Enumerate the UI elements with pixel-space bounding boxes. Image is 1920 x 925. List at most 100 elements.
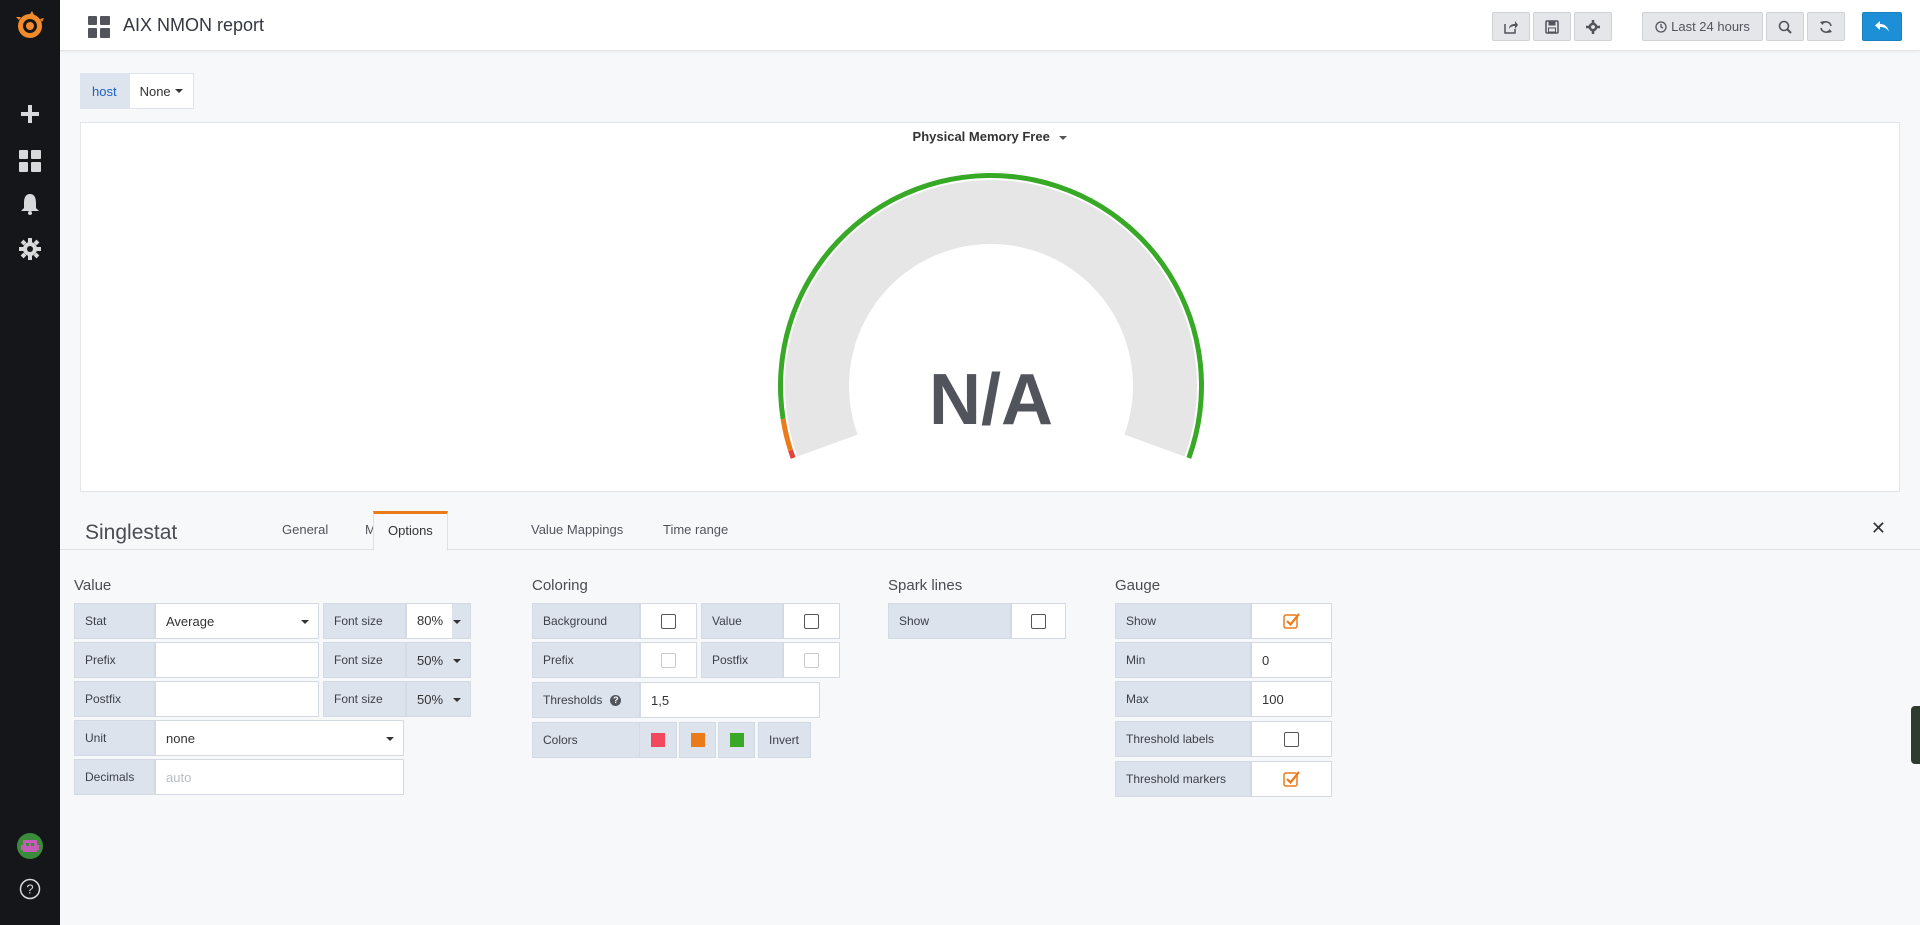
checkbox-checked-icon xyxy=(1282,771,1300,787)
caret-down-icon xyxy=(301,620,309,624)
variable-dropdown[interactable]: None xyxy=(128,73,194,109)
font-size-label: Font size xyxy=(323,603,406,639)
prefix-color-label: Prefix xyxy=(532,642,640,678)
time-range-picker[interactable]: Last 24 hours xyxy=(1642,12,1763,41)
prefix-font-size-select[interactable]: 50% xyxy=(406,642,471,678)
dashboard-grid-icon[interactable] xyxy=(88,16,110,43)
postfix-input[interactable] xyxy=(155,681,319,717)
gauge-max-label: Max xyxy=(1115,681,1251,717)
top-navbar: AIX NMON report Last 24 hours xyxy=(60,0,1920,51)
threshold-labels-label: Threshold labels xyxy=(1115,721,1251,757)
spark-lines-section-title: Spark lines xyxy=(888,577,963,594)
unit-select[interactable]: none xyxy=(155,720,404,756)
back-icon xyxy=(1875,20,1889,32)
dashboards-icon[interactable] xyxy=(0,141,60,181)
panel-editor: Singlestat General Metrics Options Value… xyxy=(60,510,1920,925)
font-size-label: Font size xyxy=(323,681,406,717)
tab-value-mappings[interactable]: Value Mappings xyxy=(517,511,637,551)
threshold-markers-checkbox[interactable] xyxy=(1251,761,1332,797)
gauge-max-input[interactable]: 100 xyxy=(1251,681,1332,717)
postfix-color-label: Postfix xyxy=(701,642,783,678)
invert-button[interactable]: Invert xyxy=(758,722,811,758)
color-swatch xyxy=(651,733,665,747)
save-icon xyxy=(1545,19,1559,34)
prefix-input[interactable] xyxy=(155,642,319,678)
prefix-font-size-value: 50% xyxy=(417,652,444,668)
gauge-chart: N/A xyxy=(777,173,1204,459)
colors-label: Colors xyxy=(532,722,640,758)
prefix-color-checkbox[interactable] xyxy=(640,642,697,678)
postfix-font-size-value: 50% xyxy=(417,691,444,707)
value-color-checkbox[interactable] xyxy=(783,603,840,639)
background-label: Background xyxy=(532,603,640,639)
refresh-button[interactable] xyxy=(1807,12,1845,41)
tab-options[interactable]: Options xyxy=(373,511,448,551)
back-to-dashboard-button[interactable] xyxy=(1862,12,1902,41)
background-checkbox[interactable] xyxy=(640,603,697,639)
tab-time-range[interactable]: Time range xyxy=(649,511,742,551)
gauge-min-input[interactable]: 0 xyxy=(1251,642,1332,678)
zoom-out-icon xyxy=(1778,20,1792,34)
save-button[interactable] xyxy=(1533,12,1571,41)
zoom-out-button[interactable] xyxy=(1766,12,1804,41)
gauge-section-title: Gauge xyxy=(1115,577,1161,594)
color-swatch-orange[interactable] xyxy=(679,722,716,758)
grafana-logo-icon[interactable] xyxy=(0,6,60,46)
tab-general[interactable]: General xyxy=(268,511,342,551)
checkbox-box xyxy=(661,652,676,668)
color-swatch-red[interactable] xyxy=(640,722,677,758)
decimals-label: Decimals xyxy=(74,759,155,795)
decimals-input[interactable]: auto xyxy=(155,759,404,795)
close-icon[interactable]: ✕ xyxy=(1871,518,1886,539)
checkbox-checked-icon xyxy=(1282,613,1300,629)
decimals-placeholder: auto xyxy=(166,769,192,785)
share-button[interactable] xyxy=(1492,12,1530,41)
unit-label: Unit xyxy=(74,720,155,756)
editor-header: Singlestat General Metrics Options Value… xyxy=(60,510,1920,551)
stat-select[interactable]: Average xyxy=(155,603,319,639)
gauge-show-checkbox[interactable] xyxy=(1251,603,1332,639)
threshold-labels-checkbox[interactable] xyxy=(1251,721,1332,757)
editor-title: Singlestat xyxy=(85,521,178,544)
user-avatar-icon[interactable] xyxy=(0,826,60,866)
color-swatch-green[interactable] xyxy=(718,722,755,758)
template-variable-host: host None xyxy=(80,73,194,109)
svg-text:?: ? xyxy=(26,882,33,897)
checkbox-box xyxy=(804,613,819,629)
plus-icon[interactable] xyxy=(0,94,60,134)
dashboard-title[interactable]: AIX NMON report xyxy=(123,15,264,36)
gear-icon[interactable] xyxy=(0,229,60,269)
settings-icon xyxy=(1586,19,1600,34)
thresholds-label-text: Thresholds xyxy=(543,693,603,707)
gauge-show-label: Show xyxy=(1115,603,1251,639)
postfix-font-size-select[interactable]: 50% xyxy=(406,681,471,717)
bell-icon[interactable] xyxy=(0,184,60,224)
side-drawer-handle[interactable] xyxy=(1911,706,1920,764)
color-swatch xyxy=(690,733,705,747)
postfix-color-checkbox[interactable] xyxy=(783,642,840,678)
coloring-section-title: Coloring xyxy=(532,577,588,594)
sparkline-show-checkbox[interactable] xyxy=(1011,603,1066,639)
caret-down-icon xyxy=(386,737,394,741)
thresholds-input[interactable]: 1,5 xyxy=(640,682,820,718)
checkbox-box xyxy=(804,652,819,668)
help-icon[interactable]: ? xyxy=(610,694,622,706)
help-icon[interactable]: ? xyxy=(0,869,60,909)
unit-value: none xyxy=(166,730,195,746)
caret-down-icon xyxy=(174,89,183,93)
singlestat-panel[interactable]: Physical Memory Free N/A xyxy=(80,122,1900,492)
thresholds-label: Thresholds ? xyxy=(532,682,640,718)
value-font-size-value: 80% xyxy=(407,604,452,638)
sidebar: ? xyxy=(0,0,60,925)
checkbox-box xyxy=(1031,613,1046,629)
value-font-size-select[interactable]: 80% xyxy=(406,603,471,639)
caret-down-icon xyxy=(453,698,461,702)
postfix-label: Postfix xyxy=(74,681,155,717)
sparkline-show-label: Show xyxy=(888,603,1011,639)
checkbox-box xyxy=(1284,731,1299,747)
threshold-markers-label: Threshold markers xyxy=(1115,761,1251,797)
settings-button[interactable] xyxy=(1574,12,1612,41)
stat-label: Stat xyxy=(74,603,155,639)
font-size-label: Font size xyxy=(323,642,406,678)
stat-value: Average xyxy=(166,613,215,629)
